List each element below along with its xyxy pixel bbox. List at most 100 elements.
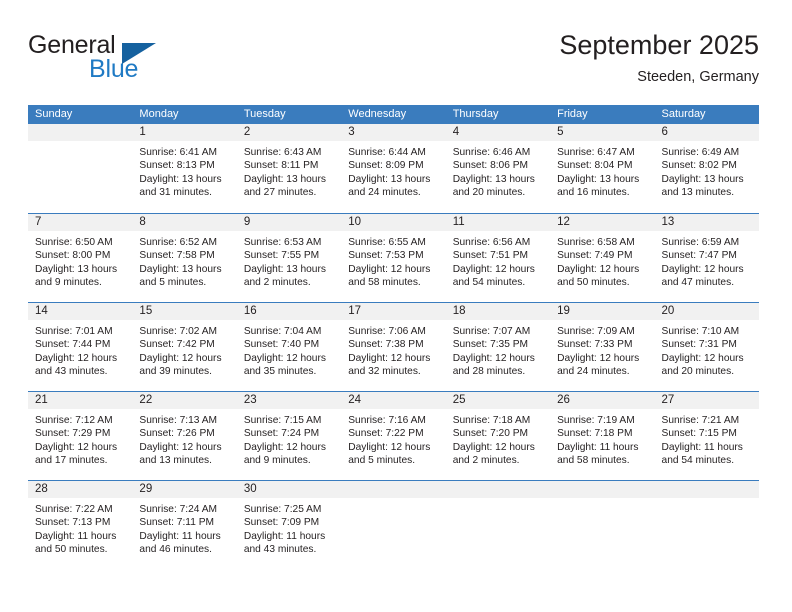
day-number: 22 xyxy=(132,392,237,409)
day-number: 4 xyxy=(445,124,551,141)
day-cell[interactable]: 29 Sunrise: 7:24 AM Sunset: 7:11 PM Dayligh… xyxy=(132,481,237,569)
day-info-line: and 54 minutes. xyxy=(452,276,526,288)
day-number xyxy=(654,481,759,498)
day-info-line: Daylight: 12 hours xyxy=(661,352,744,364)
day-sun-info: Sunrise: 7:07 AM Sunset: 7:35 PM Daylight:… xyxy=(446,320,550,378)
day-info-line: Sunset: 7:38 PM xyxy=(348,339,424,351)
day-cell[interactable]: 21 Sunrise: 7:12 AM Sunset: 7:29 PM Dayligh… xyxy=(28,392,133,480)
day-info-line: Daylight: 12 hours xyxy=(348,352,431,364)
day-info-line: Sunset: 8:09 PM xyxy=(348,160,424,172)
day-sun-info: Sunrise: 6:59 AM Sunset: 7:47 PM Daylight:… xyxy=(655,231,759,289)
day-cell-empty xyxy=(341,481,446,569)
day-info-line: Sunset: 7:40 PM xyxy=(243,339,320,351)
day-info-line: Daylight: 12 hours xyxy=(557,352,640,364)
logo-text-blue: Blue xyxy=(89,55,139,83)
day-cell[interactable]: 10 Sunrise: 6:55 AM Sunset: 7:53 PM Dayligh… xyxy=(341,214,446,302)
day-cell[interactable]: 28 Sunrise: 7:22 AM Sunset: 7:13 PM Dayligh… xyxy=(28,481,133,569)
day-info-line: Sunrise: 7:15 AM xyxy=(243,415,322,426)
day-sun-info: Sunrise: 6:58 AM Sunset: 7:49 PM Daylight:… xyxy=(550,231,654,289)
day-number: 30 xyxy=(236,481,342,498)
weekday-header-tuesday: Tuesday xyxy=(243,108,286,120)
day-cell[interactable]: 25 Sunrise: 7:18 AM Sunset: 7:20 PM Dayligh… xyxy=(445,392,551,480)
day-info-line: Daylight: 13 hours xyxy=(348,173,431,185)
day-number: 20 xyxy=(654,303,759,320)
calendar-page: General Blue September 2025 Steeden, Ger… xyxy=(0,0,792,612)
day-info-line: Daylight: 12 hours xyxy=(661,263,744,275)
day-cell[interactable]: 20 Sunrise: 7:10 AM Sunset: 7:31 PM Dayligh… xyxy=(654,303,759,391)
day-cell[interactable]: 16 Sunrise: 7:04 AM Sunset: 7:40 PM Dayligh… xyxy=(236,303,342,391)
day-cell[interactable]: 27 Sunrise: 7:21 AM Sunset: 7:15 PM Dayligh… xyxy=(654,392,759,480)
day-info-line: Sunrise: 7:04 AM xyxy=(243,326,322,337)
day-info-line: and 9 minutes. xyxy=(243,454,311,466)
day-cell[interactable]: 13 Sunrise: 6:59 AM Sunset: 7:47 PM Dayligh… xyxy=(654,214,759,302)
day-info-line: Sunset: 7:09 PM xyxy=(243,517,320,529)
day-info-line: Sunrise: 7:22 AM xyxy=(35,504,113,515)
day-info-line: and 24 minutes. xyxy=(348,186,421,198)
day-sun-info: Sunrise: 7:09 AM Sunset: 7:33 PM Daylight:… xyxy=(550,320,654,378)
day-cell[interactable]: 2 Sunrise: 6:43 AM Sunset: 8:11 PM Daylight… xyxy=(236,124,342,213)
title-block: September 2025 Steeden, Germany xyxy=(559,28,759,87)
day-cell[interactable]: 22 Sunrise: 7:13 AM Sunset: 7:26 PM Dayligh… xyxy=(132,392,237,480)
day-cell[interactable]: 9 Sunrise: 6:53 AM Sunset: 7:55 PM Daylight… xyxy=(236,214,342,302)
day-cell[interactable]: 4 Sunrise: 6:46 AM Sunset: 8:06 PM Daylight… xyxy=(445,124,551,213)
day-info-line: Daylight: 11 hours xyxy=(35,530,117,542)
day-number xyxy=(445,481,551,498)
day-cell[interactable]: 1 Sunrise: 6:41 AM Sunset: 8:13 PM Daylight… xyxy=(132,124,237,213)
day-info-line: Sunrise: 7:09 AM xyxy=(557,326,635,337)
day-cell[interactable]: 6 Sunrise: 6:49 AM Sunset: 8:02 PM Daylight… xyxy=(654,124,759,213)
day-number: 2 xyxy=(236,124,342,141)
day-cell[interactable]: 17 Sunrise: 7:06 AM Sunset: 7:38 PM Dayligh… xyxy=(341,303,446,391)
day-sun-info: Sunrise: 6:53 AM Sunset: 7:55 PM Daylight:… xyxy=(237,231,341,289)
day-number: 13 xyxy=(654,214,759,231)
weekday-header-wednesday: Wednesday xyxy=(348,108,407,120)
weekday-header-row: Sunday Monday Tuesday Wednesday Thursday Frid… xyxy=(28,105,759,124)
day-cell[interactable]: 5 Sunrise: 6:47 AM Sunset: 8:04 PM Daylight… xyxy=(550,124,655,213)
day-cell[interactable]: 7 Sunrise: 6:50 AM Sunset: 8:00 PM Daylight… xyxy=(28,214,133,302)
day-info-line: Sunrise: 6:41 AM xyxy=(139,147,218,158)
day-info-line: and 20 minutes. xyxy=(661,365,735,377)
day-number xyxy=(341,481,446,498)
day-sun-info xyxy=(655,498,759,503)
day-info-line: Daylight: 12 hours xyxy=(348,263,431,275)
day-info-line: Sunrise: 7:13 AM xyxy=(139,415,218,426)
day-info-line: Sunset: 7:53 PM xyxy=(348,250,424,262)
day-number: 18 xyxy=(445,303,551,320)
day-number xyxy=(28,124,133,141)
day-info-line: Sunrise: 6:44 AM xyxy=(348,147,426,158)
day-info-line: and 35 minutes. xyxy=(243,365,317,377)
day-info-line: and 32 minutes. xyxy=(348,365,421,377)
day-number: 25 xyxy=(445,392,551,409)
day-cell[interactable]: 3 Sunrise: 6:44 AM Sunset: 8:09 PM Daylight… xyxy=(341,124,446,213)
day-cell[interactable]: 11 Sunrise: 6:56 AM Sunset: 7:51 PM Dayligh… xyxy=(445,214,551,302)
day-info-line: Sunrise: 7:24 AM xyxy=(139,504,218,515)
day-info-line: Sunset: 7:33 PM xyxy=(557,339,633,351)
day-info-line: and 13 minutes. xyxy=(661,186,735,198)
day-info-line: Sunset: 8:11 PM xyxy=(243,160,319,172)
day-cell[interactable]: 12 Sunrise: 6:58 AM Sunset: 7:49 PM Dayligh… xyxy=(550,214,655,302)
day-info-line: and 39 minutes. xyxy=(139,365,212,377)
day-info-line: Sunrise: 7:12 AM xyxy=(35,415,113,426)
day-sun-info: Sunrise: 7:24 AM Sunset: 7:11 PM Daylight:… xyxy=(132,498,236,556)
general-blue-logo: General Blue xyxy=(28,32,238,90)
day-cell[interactable]: 15 Sunrise: 7:02 AM Sunset: 7:42 PM Dayligh… xyxy=(132,303,237,391)
day-cell[interactable]: 14 Sunrise: 7:01 AM Sunset: 7:44 PM Dayligh… xyxy=(28,303,133,391)
day-info-line: Sunrise: 7:01 AM xyxy=(35,326,113,337)
day-cell[interactable]: 24 Sunrise: 7:16 AM Sunset: 7:22 PM Dayligh… xyxy=(341,392,446,480)
day-cell[interactable]: 30 Sunrise: 7:25 AM Sunset: 7:09 PM Dayligh… xyxy=(236,481,342,569)
day-number: 21 xyxy=(28,392,133,409)
day-info-line: Sunrise: 7:19 AM xyxy=(557,415,635,426)
day-cell[interactable]: 23 Sunrise: 7:15 AM Sunset: 7:24 PM Dayligh… xyxy=(236,392,342,480)
day-cell[interactable]: 18 Sunrise: 7:07 AM Sunset: 7:35 PM Dayligh… xyxy=(445,303,551,391)
calendar-week-row: 21 Sunrise: 7:12 AM Sunset: 7:29 PM Dayligh… xyxy=(28,391,759,480)
day-cell[interactable]: 8 Sunrise: 6:52 AM Sunset: 7:58 PM Daylight… xyxy=(132,214,237,302)
day-cell[interactable]: 26 Sunrise: 7:19 AM Sunset: 7:18 PM Dayligh… xyxy=(550,392,655,480)
day-info-line: Daylight: 11 hours xyxy=(557,441,639,453)
day-info-line: Daylight: 12 hours xyxy=(35,352,118,364)
day-info-line: Daylight: 13 hours xyxy=(243,263,326,275)
day-cell[interactable]: 19 Sunrise: 7:09 AM Sunset: 7:33 PM Dayligh… xyxy=(550,303,655,391)
day-info-line: and 2 minutes. xyxy=(243,276,311,288)
day-sun-info: Sunrise: 7:13 AM Sunset: 7:26 PM Daylight:… xyxy=(132,409,236,467)
day-sun-info: Sunrise: 7:18 AM Sunset: 7:20 PM Daylight:… xyxy=(446,409,550,467)
day-cell-empty xyxy=(550,481,655,569)
day-info-line: Sunrise: 6:52 AM xyxy=(139,237,218,248)
